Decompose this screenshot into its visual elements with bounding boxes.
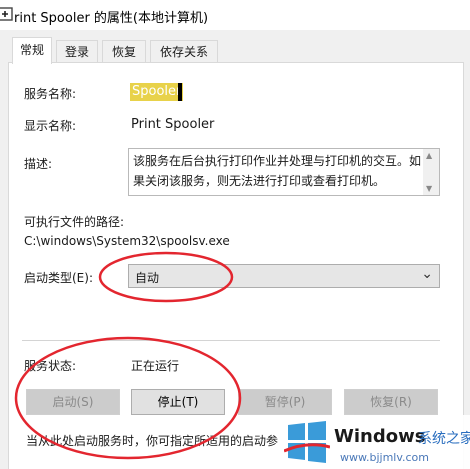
description-text: 该服务在后台执行打印作业并处理与打印机的交互。如果关闭该服务，则无法进行打印或查… (133, 154, 422, 188)
pause-button[interactable]: 暂停(P) (238, 389, 332, 415)
resume-button[interactable]: 恢复(R) (344, 389, 438, 415)
service-name-label: 服务名称: (24, 87, 77, 101)
watermark: Windows 系统之家 www.bjjmlv.com (280, 415, 470, 469)
startup-type-select[interactable]: 自动 ⌄ (128, 264, 440, 288)
windows-logo-icon (284, 421, 330, 463)
description-scrollbar[interactable]: ▲ ▼ (423, 149, 439, 195)
startup-type-value: 自动 (135, 271, 160, 285)
start-button[interactable]: 启动(S) (26, 389, 120, 415)
stop-button[interactable]: 停止(T) (131, 389, 225, 415)
title-bar: rint Spooler 的属性(本地计算机) (0, 0, 470, 30)
service-status-label: 服务状态: (24, 359, 77, 373)
watermark-brand: Windows (334, 426, 426, 447)
section-divider (22, 340, 440, 341)
description-label: 描述: (24, 157, 53, 171)
scroll-up-icon[interactable]: ▲ (426, 151, 432, 160)
tab-dependencies[interactable]: 依存关系 (150, 40, 218, 62)
watermark-url: www.bjjmlv.com (340, 451, 429, 464)
exe-path-label: 可执行文件的路径: (24, 215, 125, 229)
watermark-brand-cn: 系统之家 (418, 431, 470, 447)
tab-logon[interactable]: 登录 (56, 40, 98, 62)
description-box[interactable]: 该服务在后台执行打印作业并处理与打印机的交互。如果关闭该服务，则无法进行打印或查… (128, 148, 440, 196)
startup-type-label: 启动类型(E): (24, 271, 93, 285)
service-name-value[interactable]: Spooler (130, 83, 184, 101)
display-name-label: 显示名称: (24, 119, 77, 133)
tab-recovery[interactable]: 恢复 (102, 40, 146, 62)
scroll-down-icon[interactable]: ▼ (426, 184, 432, 193)
tab-general[interactable]: 常规 (12, 37, 52, 64)
display-name-value: Print Spooler (131, 117, 215, 132)
text-cursor (178, 83, 182, 101)
window-title: rint Spooler 的属性(本地计算机) (14, 11, 209, 26)
chevron-down-icon[interactable]: ⌄ (421, 266, 433, 282)
service-status-value: 正在运行 (131, 359, 180, 373)
exe-path-value: C:\windows\System32\spoolsv.exe (24, 234, 230, 248)
